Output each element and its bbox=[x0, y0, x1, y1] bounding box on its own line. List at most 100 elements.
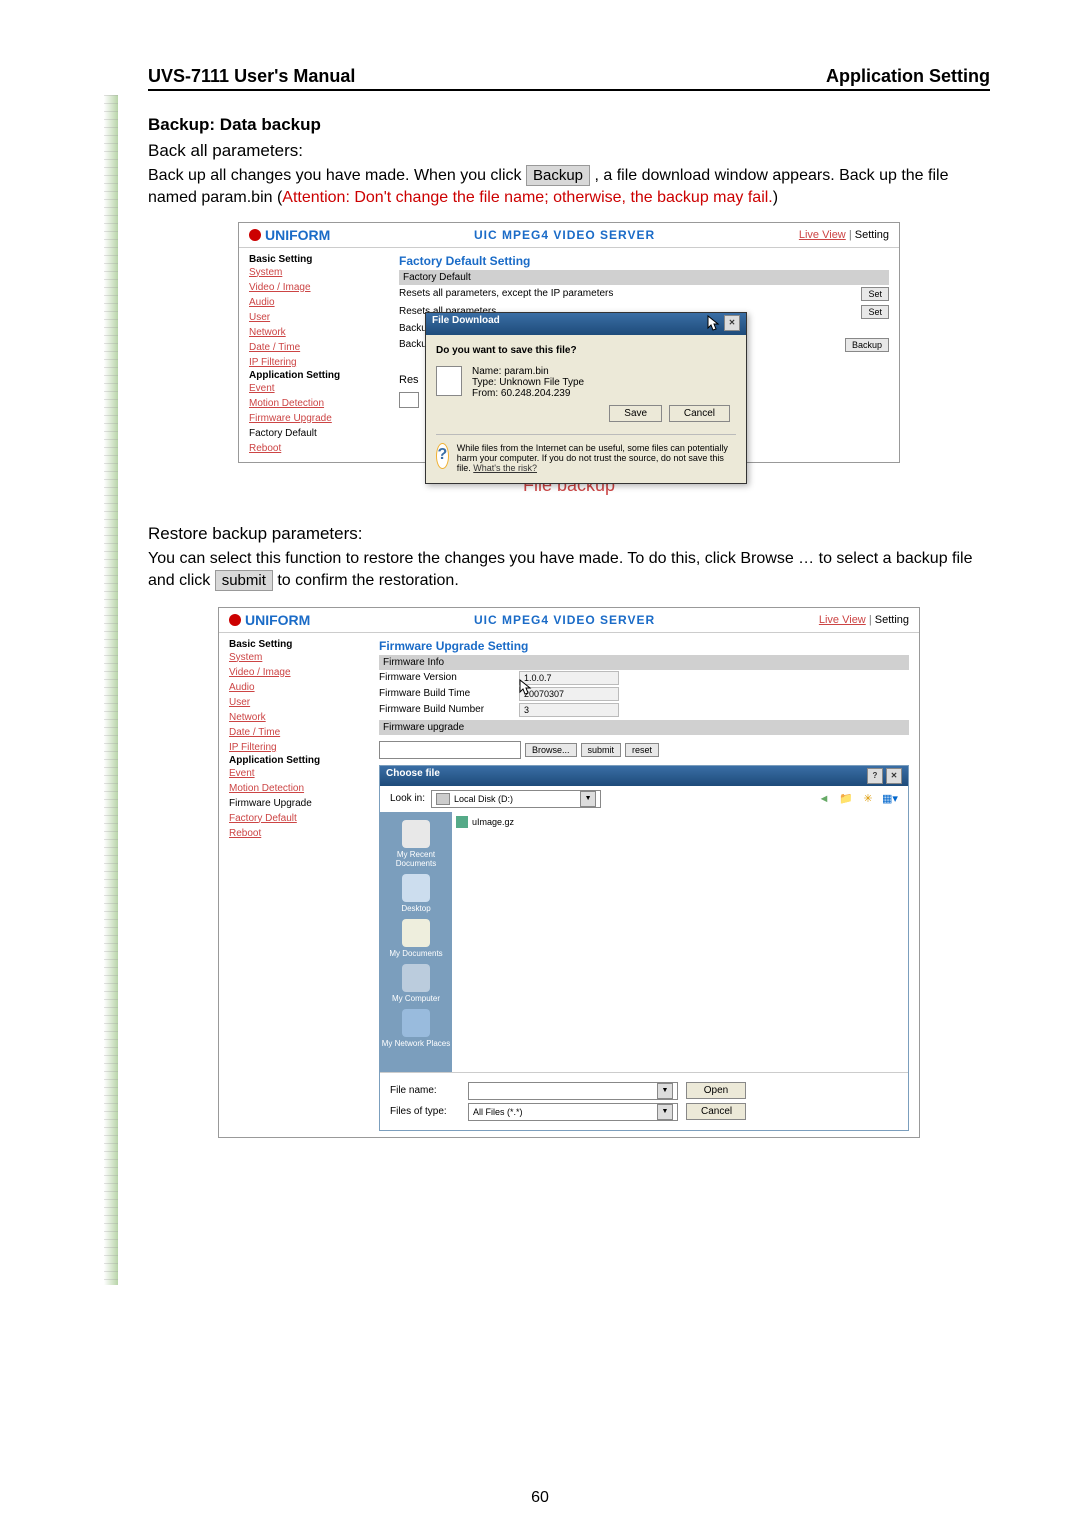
nav-network-2[interactable]: Network bbox=[229, 710, 359, 725]
filename-dropdown-icon[interactable]: ▼ bbox=[657, 1083, 673, 1099]
nav-motion-detection-2[interactable]: Motion Detection bbox=[229, 781, 359, 796]
browse-button[interactable]: Browse... bbox=[525, 743, 577, 757]
link-separator: | bbox=[849, 229, 852, 241]
sidebar-nav-2: Basic Setting System Video / Image Audio… bbox=[219, 633, 369, 1137]
nav-date-time[interactable]: Date / Time bbox=[249, 340, 379, 355]
place-desktop[interactable]: Desktop bbox=[401, 872, 430, 913]
nav-system[interactable]: System bbox=[249, 265, 379, 280]
live-view-link[interactable]: Live View bbox=[799, 229, 846, 241]
nav-video-image[interactable]: Video / Image bbox=[249, 280, 379, 295]
choose-file-title: Choose file bbox=[386, 768, 440, 784]
file-list[interactable]: uImage.gz bbox=[452, 812, 908, 1072]
lookin-combo[interactable]: Local Disk (D:) ▼ bbox=[431, 790, 601, 808]
computer-icon bbox=[402, 964, 430, 992]
nav-user[interactable]: User bbox=[249, 310, 379, 325]
body-pre: Back up all changes you have made. When … bbox=[148, 167, 526, 184]
setting-link-2[interactable]: Setting bbox=[875, 614, 909, 626]
setting-link[interactable]: Setting bbox=[855, 229, 889, 241]
section-title: Backup: Data backup bbox=[148, 115, 990, 135]
lookin-dropdown-icon[interactable]: ▼ bbox=[580, 791, 596, 807]
figure-main-2: Firmware Upgrade Setting Firmware Info F… bbox=[369, 633, 919, 1137]
whats-the-risk-link[interactable]: What's the risk? bbox=[473, 463, 537, 473]
logo-dot-icon bbox=[249, 229, 261, 241]
nav-firmware-upgrade[interactable]: Firmware Upgrade bbox=[249, 411, 379, 426]
file-item[interactable]: uImage.gz bbox=[456, 816, 904, 828]
header-links: Live View | Setting bbox=[799, 229, 889, 241]
disk-icon bbox=[436, 793, 450, 805]
submit-button-inline[interactable]: submit bbox=[215, 570, 273, 591]
factory-default-sub: Factory Default bbox=[399, 270, 889, 285]
nav-system-2[interactable]: System bbox=[229, 650, 359, 665]
upgrade-file-input[interactable] bbox=[379, 741, 521, 759]
open-button[interactable]: Open bbox=[686, 1082, 746, 1099]
nav-event[interactable]: Event bbox=[249, 381, 379, 396]
nav-factory-default-2[interactable]: Factory Default bbox=[229, 811, 359, 826]
place-documents[interactable]: My Documents bbox=[389, 917, 442, 958]
filetype-dropdown-icon[interactable]: ▼ bbox=[657, 1104, 673, 1120]
nav-event-2[interactable]: Event bbox=[229, 766, 359, 781]
recent-icon bbox=[402, 820, 430, 848]
warning-icon: ? bbox=[436, 443, 449, 469]
choose-help-icon[interactable]: ? bbox=[867, 768, 883, 784]
place-network[interactable]: My Network Places bbox=[382, 1007, 450, 1048]
reset-button[interactable]: reset bbox=[625, 743, 659, 757]
filename-combo[interactable]: ▼ bbox=[468, 1082, 678, 1100]
section-subtitle: Back all parameters: bbox=[148, 141, 990, 161]
server-title: UIC MPEG4 VIDEO SERVER bbox=[330, 228, 799, 242]
backup-button-inline[interactable]: Backup bbox=[526, 165, 590, 186]
firmware-upgrade-title: Firmware Upgrade Setting bbox=[379, 639, 909, 653]
restore-body3: to confirm the restoration. bbox=[277, 572, 458, 589]
nav-ip-filtering[interactable]: IP Filtering bbox=[249, 355, 379, 370]
set-button-1[interactable]: Set bbox=[861, 287, 889, 301]
place-recent[interactable]: My Recent Documents bbox=[380, 818, 452, 868]
dialog-close-icon[interactable]: ✕ bbox=[724, 315, 740, 331]
lookin-label: Look in: bbox=[390, 793, 425, 804]
submit-button[interactable]: submit bbox=[581, 743, 622, 757]
up-icon[interactable]: 📁 bbox=[838, 791, 854, 807]
nav-motion-detection[interactable]: Motion Detection bbox=[249, 396, 379, 411]
place-computer[interactable]: My Computer bbox=[392, 962, 440, 1003]
nav-reboot-2[interactable]: Reboot bbox=[229, 826, 359, 841]
nav-video-image-2[interactable]: Video / Image bbox=[229, 665, 359, 680]
nav-date-time-2[interactable]: Date / Time bbox=[229, 725, 359, 740]
backup-button[interactable]: Backup bbox=[845, 338, 889, 352]
place-recent-label: My Recent Documents bbox=[396, 850, 436, 868]
set-button-2[interactable]: Set bbox=[861, 305, 889, 319]
nav-factory-default[interactable]: Factory Default bbox=[249, 426, 379, 441]
choose-close-icon[interactable]: ✕ bbox=[886, 768, 902, 784]
file-archive-icon bbox=[456, 816, 468, 828]
nav-audio[interactable]: Audio bbox=[249, 295, 379, 310]
uniform-logo: UNIFORM bbox=[249, 227, 330, 243]
res-input[interactable] bbox=[399, 392, 419, 408]
attention-text: Attention: Don't change the file name; o… bbox=[282, 189, 772, 206]
dialog-title: File Download bbox=[432, 315, 500, 333]
fw-version-label: Firmware Version bbox=[379, 672, 519, 683]
view-icon[interactable]: ▦▾ bbox=[882, 791, 898, 807]
nav-reboot[interactable]: Reboot bbox=[249, 441, 379, 456]
nav-audio-2[interactable]: Audio bbox=[229, 680, 359, 695]
firmware-upgrade-bar: Firmware upgrade bbox=[379, 720, 909, 735]
nav-basic-setting-2: Basic Setting bbox=[229, 639, 359, 650]
back-icon[interactable]: ◄ bbox=[816, 791, 832, 807]
type-label: Type: bbox=[472, 377, 496, 388]
name-label: Name: bbox=[472, 366, 501, 377]
nav-ip-filtering-2[interactable]: IP Filtering bbox=[229, 740, 359, 755]
cancel-button[interactable]: Cancel bbox=[669, 405, 730, 422]
restore-body: You can select this function to restore … bbox=[148, 548, 990, 593]
save-button[interactable]: Save bbox=[609, 405, 662, 422]
name-value: param.bin bbox=[504, 366, 548, 377]
nav-network[interactable]: Network bbox=[249, 325, 379, 340]
live-view-link-2[interactable]: Live View bbox=[819, 614, 866, 626]
nav-firmware-upgrade-2[interactable]: Firmware Upgrade bbox=[229, 796, 359, 811]
nav-application-setting: Application Setting bbox=[249, 370, 379, 381]
fw-buildtime-label: Firmware Build Time bbox=[379, 688, 519, 699]
file-name: uImage.gz bbox=[472, 817, 514, 827]
nav-basic-setting: Basic Setting bbox=[249, 254, 379, 265]
cancel-button-2[interactable]: Cancel bbox=[686, 1103, 746, 1120]
new-folder-icon[interactable]: ✳ bbox=[860, 791, 876, 807]
dialog-question: Do you want to save this file? bbox=[436, 345, 736, 356]
filename-label: File name: bbox=[390, 1085, 460, 1096]
browse-text: Browse bbox=[740, 550, 793, 567]
nav-user-2[interactable]: User bbox=[229, 695, 359, 710]
filetype-combo[interactable]: All Files (*.*)▼ bbox=[468, 1103, 678, 1121]
